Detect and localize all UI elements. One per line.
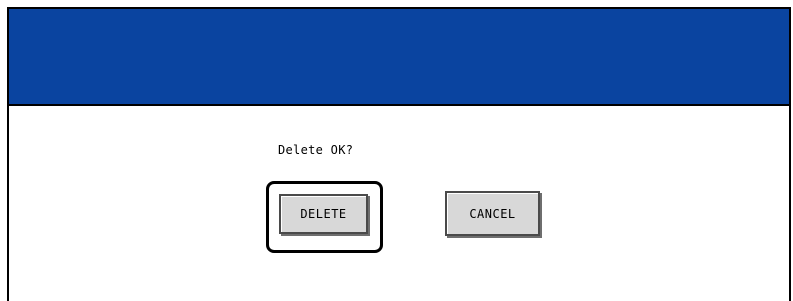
dialog-window: Delete OK? DELETE CANCEL <box>7 7 791 301</box>
title-bar <box>9 9 789 106</box>
cancel-button-label: CANCEL <box>469 206 516 221</box>
confirmation-prompt: Delete OK? <box>278 143 354 157</box>
delete-button[interactable]: DELETE <box>279 194 368 234</box>
delete-button-label: DELETE <box>300 207 347 221</box>
cancel-button[interactable]: CANCEL <box>445 191 540 236</box>
